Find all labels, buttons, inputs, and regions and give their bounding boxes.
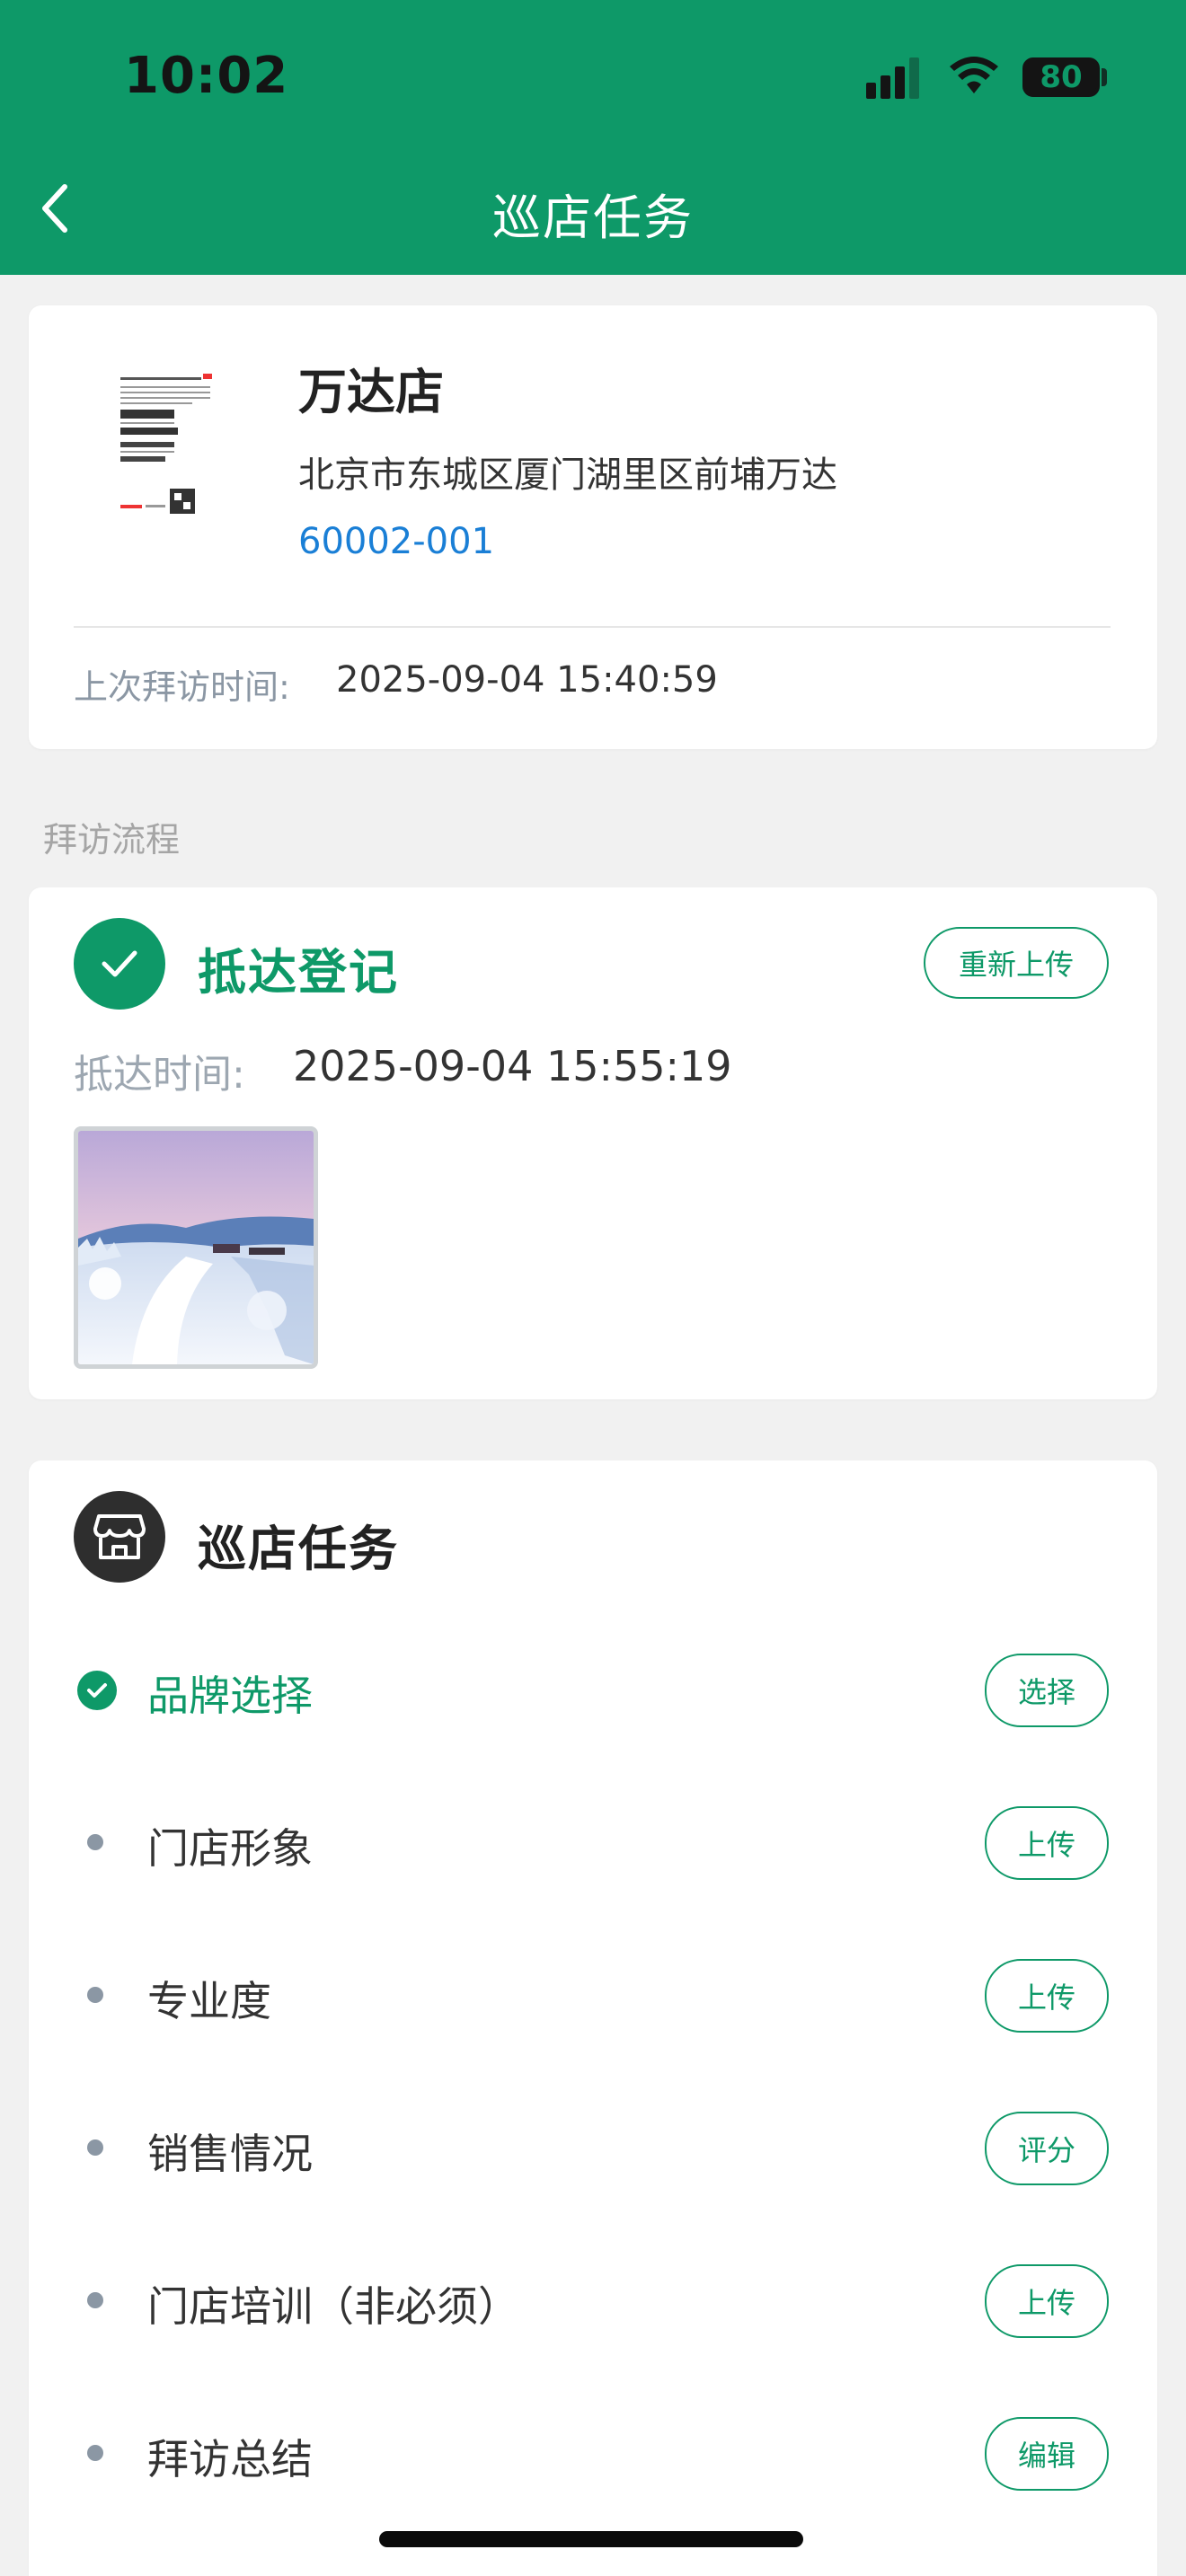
- select-button[interactable]: 选择: [985, 1654, 1109, 1727]
- arrival-time-value: 2025-09-04 15:55:19: [293, 1042, 732, 1090]
- chevron-left-icon: [42, 184, 67, 233]
- arrival-photo[interactable]: [74, 1126, 318, 1369]
- battery-icon: 80: [1022, 57, 1100, 97]
- done-check-icon: [77, 1671, 117, 1710]
- store-name: 万达店: [298, 364, 444, 420]
- task-item-label[interactable]: 门店培训（非必须）: [147, 2274, 519, 2333]
- last-visit-value: 2025-09-04 15:40:59: [336, 659, 718, 701]
- arrival-time-label: 抵达时间:: [74, 1052, 245, 1098]
- task-section-title: 巡店任务: [198, 1521, 399, 1577]
- bullet-dot: [87, 1987, 103, 2003]
- back-button[interactable]: [27, 176, 83, 241]
- task-item-label[interactable]: 品牌选择: [147, 1663, 313, 1723]
- reupload-button[interactable]: 重新上传: [924, 927, 1109, 999]
- battery-level: 80: [1040, 59, 1083, 95]
- check-icon: [74, 918, 165, 1010]
- page-title: 巡店任务: [492, 190, 694, 246]
- task-item-label[interactable]: 销售情况: [147, 2122, 313, 2181]
- store-thumbnail: [93, 352, 246, 564]
- section-label: 拜访流程: [43, 820, 181, 860]
- upload-button[interactable]: 上传: [985, 2264, 1109, 2338]
- home-indicator[interactable]: [379, 2531, 803, 2547]
- task-item-label[interactable]: 专业度: [147, 1969, 271, 2028]
- rate-button[interactable]: 评分: [985, 2112, 1109, 2185]
- signal-icon: [866, 54, 924, 99]
- battery-cap: [1102, 68, 1107, 86]
- store-code[interactable]: 60002-001: [298, 521, 494, 562]
- bullet-dot: [87, 2292, 103, 2308]
- last-visit-label: 上次拜访时间:: [74, 667, 290, 707]
- store-address: 北京市东城区厦门湖里区前埔万达: [298, 454, 837, 496]
- snow-landscape-image: [78, 1131, 314, 1364]
- bullet-dot: [87, 2445, 103, 2461]
- bullet-dot: [87, 1834, 103, 1850]
- wifi-icon: [950, 57, 998, 93]
- task-item-label[interactable]: 拜访总结: [147, 2427, 313, 2486]
- task-item-label[interactable]: 门店形象: [147, 1816, 313, 1875]
- bullet-dot: [87, 2139, 103, 2156]
- edit-button[interactable]: 编辑: [985, 2417, 1109, 2491]
- upload-button[interactable]: 上传: [985, 1806, 1109, 1880]
- upload-button[interactable]: 上传: [985, 1959, 1109, 2033]
- arrival-title: 抵达登记: [198, 944, 399, 1001]
- status-time: 10:02: [124, 47, 289, 105]
- divider: [74, 626, 1111, 628]
- store-icon: [74, 1491, 165, 1583]
